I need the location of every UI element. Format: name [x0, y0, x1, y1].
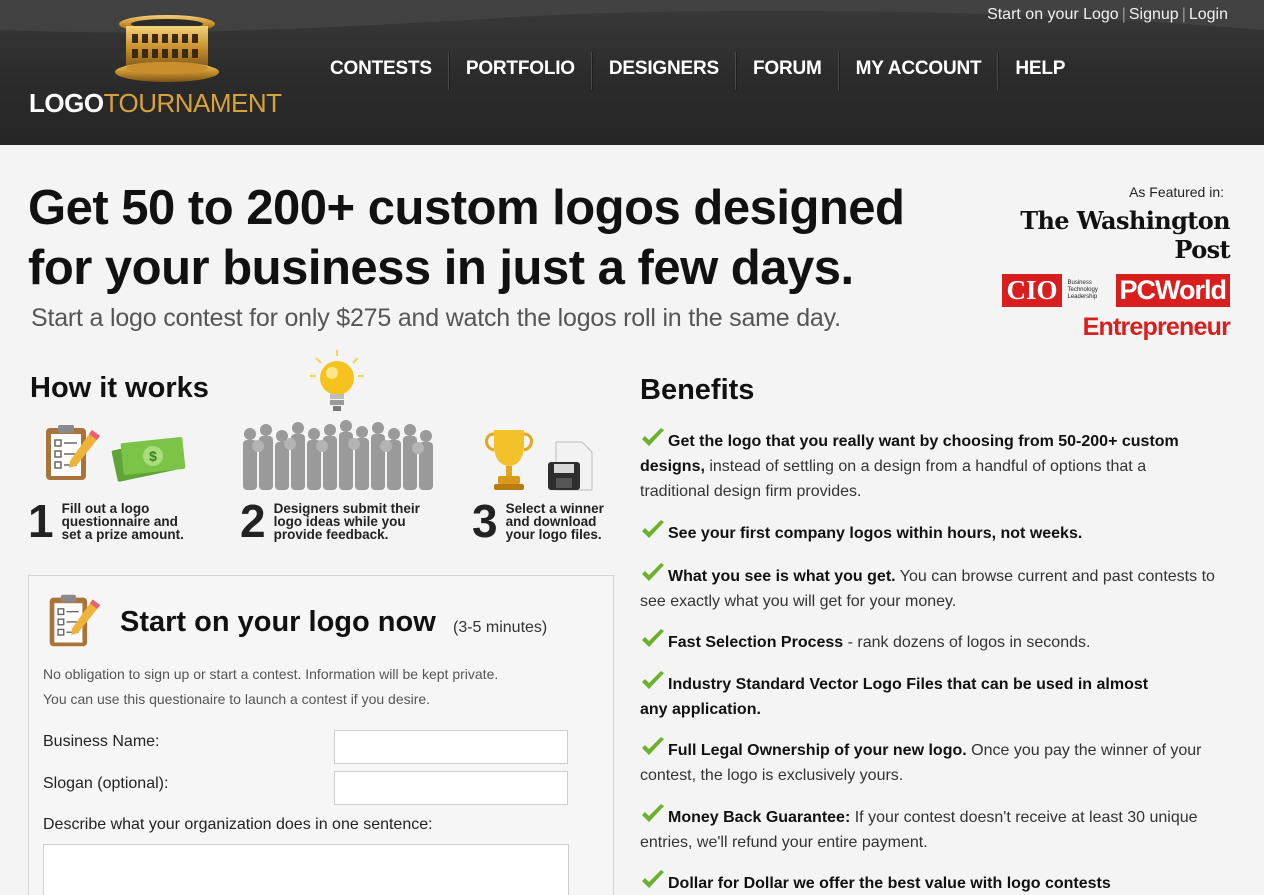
checkmark-icon: [642, 629, 664, 647]
start-logo-form: Start on your logo now (3-5 minutes) No …: [28, 575, 614, 895]
pcworld-logo: PCWorld: [1115, 274, 1230, 307]
benefit-item: Industry Standard Vector Logo Files that…: [640, 671, 1180, 722]
slogan-label: Slogan (optional):: [43, 775, 169, 792]
form-title: Start on your logo now: [120, 606, 436, 638]
checkmark-icon: [642, 804, 664, 822]
nav-help[interactable]: HELP: [998, 52, 1081, 90]
step-number: 3: [472, 495, 498, 547]
step-text: Fill out a logo questionnaire and set a …: [61, 501, 184, 542]
form-note: No obligation to sign up or start a cont…: [43, 666, 499, 707]
svg-text:$: $: [149, 448, 157, 464]
site-header: Start on your Logo | Signup | Login LOGOTOUR…: [0, 0, 1264, 145]
step-number: 2: [240, 495, 266, 547]
hero-subtitle: Start a logo contest for only $275 and w…: [31, 304, 841, 332]
checkmark-icon: [642, 520, 664, 538]
step-text: Designers submit their logo ideas while …: [273, 501, 420, 542]
lightbulb-icon: [310, 350, 364, 411]
describe-textarea[interactable]: [43, 844, 569, 895]
as-featured-in: As Featured in: The Washington Post CIO …: [975, 184, 1231, 342]
nav-portfolio[interactable]: PORTFOLIO: [448, 52, 592, 90]
benefit-item: What you see is what you get. You can br…: [640, 563, 1220, 614]
trophy-icon: [485, 430, 533, 490]
benefit-item: Money Back Guarantee: If your contest do…: [640, 804, 1220, 855]
logotournament-logo[interactable]: LOGOTOURNAMENT: [29, 88, 282, 119]
login-link[interactable]: Login: [1189, 6, 1228, 23]
benefit-item: Get the logo that you really want by cho…: [640, 428, 1200, 504]
hero-title: Get 50 to 200+ custom logos designed for…: [28, 181, 905, 295]
benefits-heading: Benefits: [640, 374, 755, 406]
money-icon: $: [111, 437, 186, 482]
benefit-item: Full Legal Ownership of your new logo. O…: [640, 737, 1220, 788]
step-number: 1: [28, 495, 54, 547]
business-name-input[interactable]: [334, 730, 568, 764]
how-step-2: 2 Designers submit their logo ideas whil…: [240, 495, 434, 547]
questionnaire-clipboard-icon: [46, 425, 100, 480]
step-text: Select a winner and download your logo f…: [505, 501, 604, 542]
benefit-item: See your first company logos within hour…: [640, 520, 1220, 546]
designers-crowd-icon: [243, 420, 433, 490]
featured-label: As Featured in:: [1129, 184, 1224, 200]
nav-contests[interactable]: CONTESTS: [314, 52, 449, 90]
how-step-1: 1 Fill out a logo questionnaire and set …: [28, 495, 194, 547]
nav-forum[interactable]: FORUM: [736, 52, 839, 90]
cio-tagline: Business Technology Leadership: [1067, 280, 1098, 300]
cio-logo: CIO: [1002, 274, 1062, 307]
how-it-works-heading: How it works: [30, 372, 209, 404]
download-files-icon: [548, 441, 593, 491]
top-links: Start on your Logo | Signup | Login: [987, 6, 1228, 23]
nav-my-account[interactable]: MY ACCOUNT: [838, 52, 999, 90]
checkmark-icon: [642, 737, 664, 755]
start-logo-link[interactable]: Start on your Logo: [987, 6, 1119, 23]
checkmark-icon: [642, 870, 664, 888]
questionnaire-clipboard-icon: [49, 594, 101, 647]
colosseum-logo-icon[interactable]: [112, 12, 222, 92]
business-name-label: Business Name:: [43, 733, 160, 750]
benefit-item: Fast Selection Process - rank dozens of …: [640, 629, 1220, 655]
how-step-3: 3 Select a winner and download your logo…: [472, 495, 616, 547]
describe-label: Describe what your organization does in …: [43, 816, 433, 833]
main-nav: CONTESTS PORTFOLIO DESIGNERS FORUM MY AC…: [314, 52, 1081, 90]
benefit-item: Dollar for Dollar we offer the best valu…: [640, 870, 1240, 895]
form-duration: (3-5 minutes): [453, 619, 548, 636]
checkmark-icon: [642, 671, 664, 689]
nav-designers[interactable]: DESIGNERS: [591, 52, 737, 90]
entrepreneur-logo: Entrepreneur: [1082, 313, 1231, 341]
checkmark-icon: [642, 563, 664, 581]
signup-link[interactable]: Signup: [1129, 6, 1179, 23]
press-logos-row: CIO Business Technology Leadership PCWor…: [975, 274, 1230, 307]
washington-post-logo: The Washington Post: [1020, 206, 1230, 264]
checkmark-icon: [642, 428, 664, 446]
slogan-input[interactable]: [334, 771, 568, 805]
